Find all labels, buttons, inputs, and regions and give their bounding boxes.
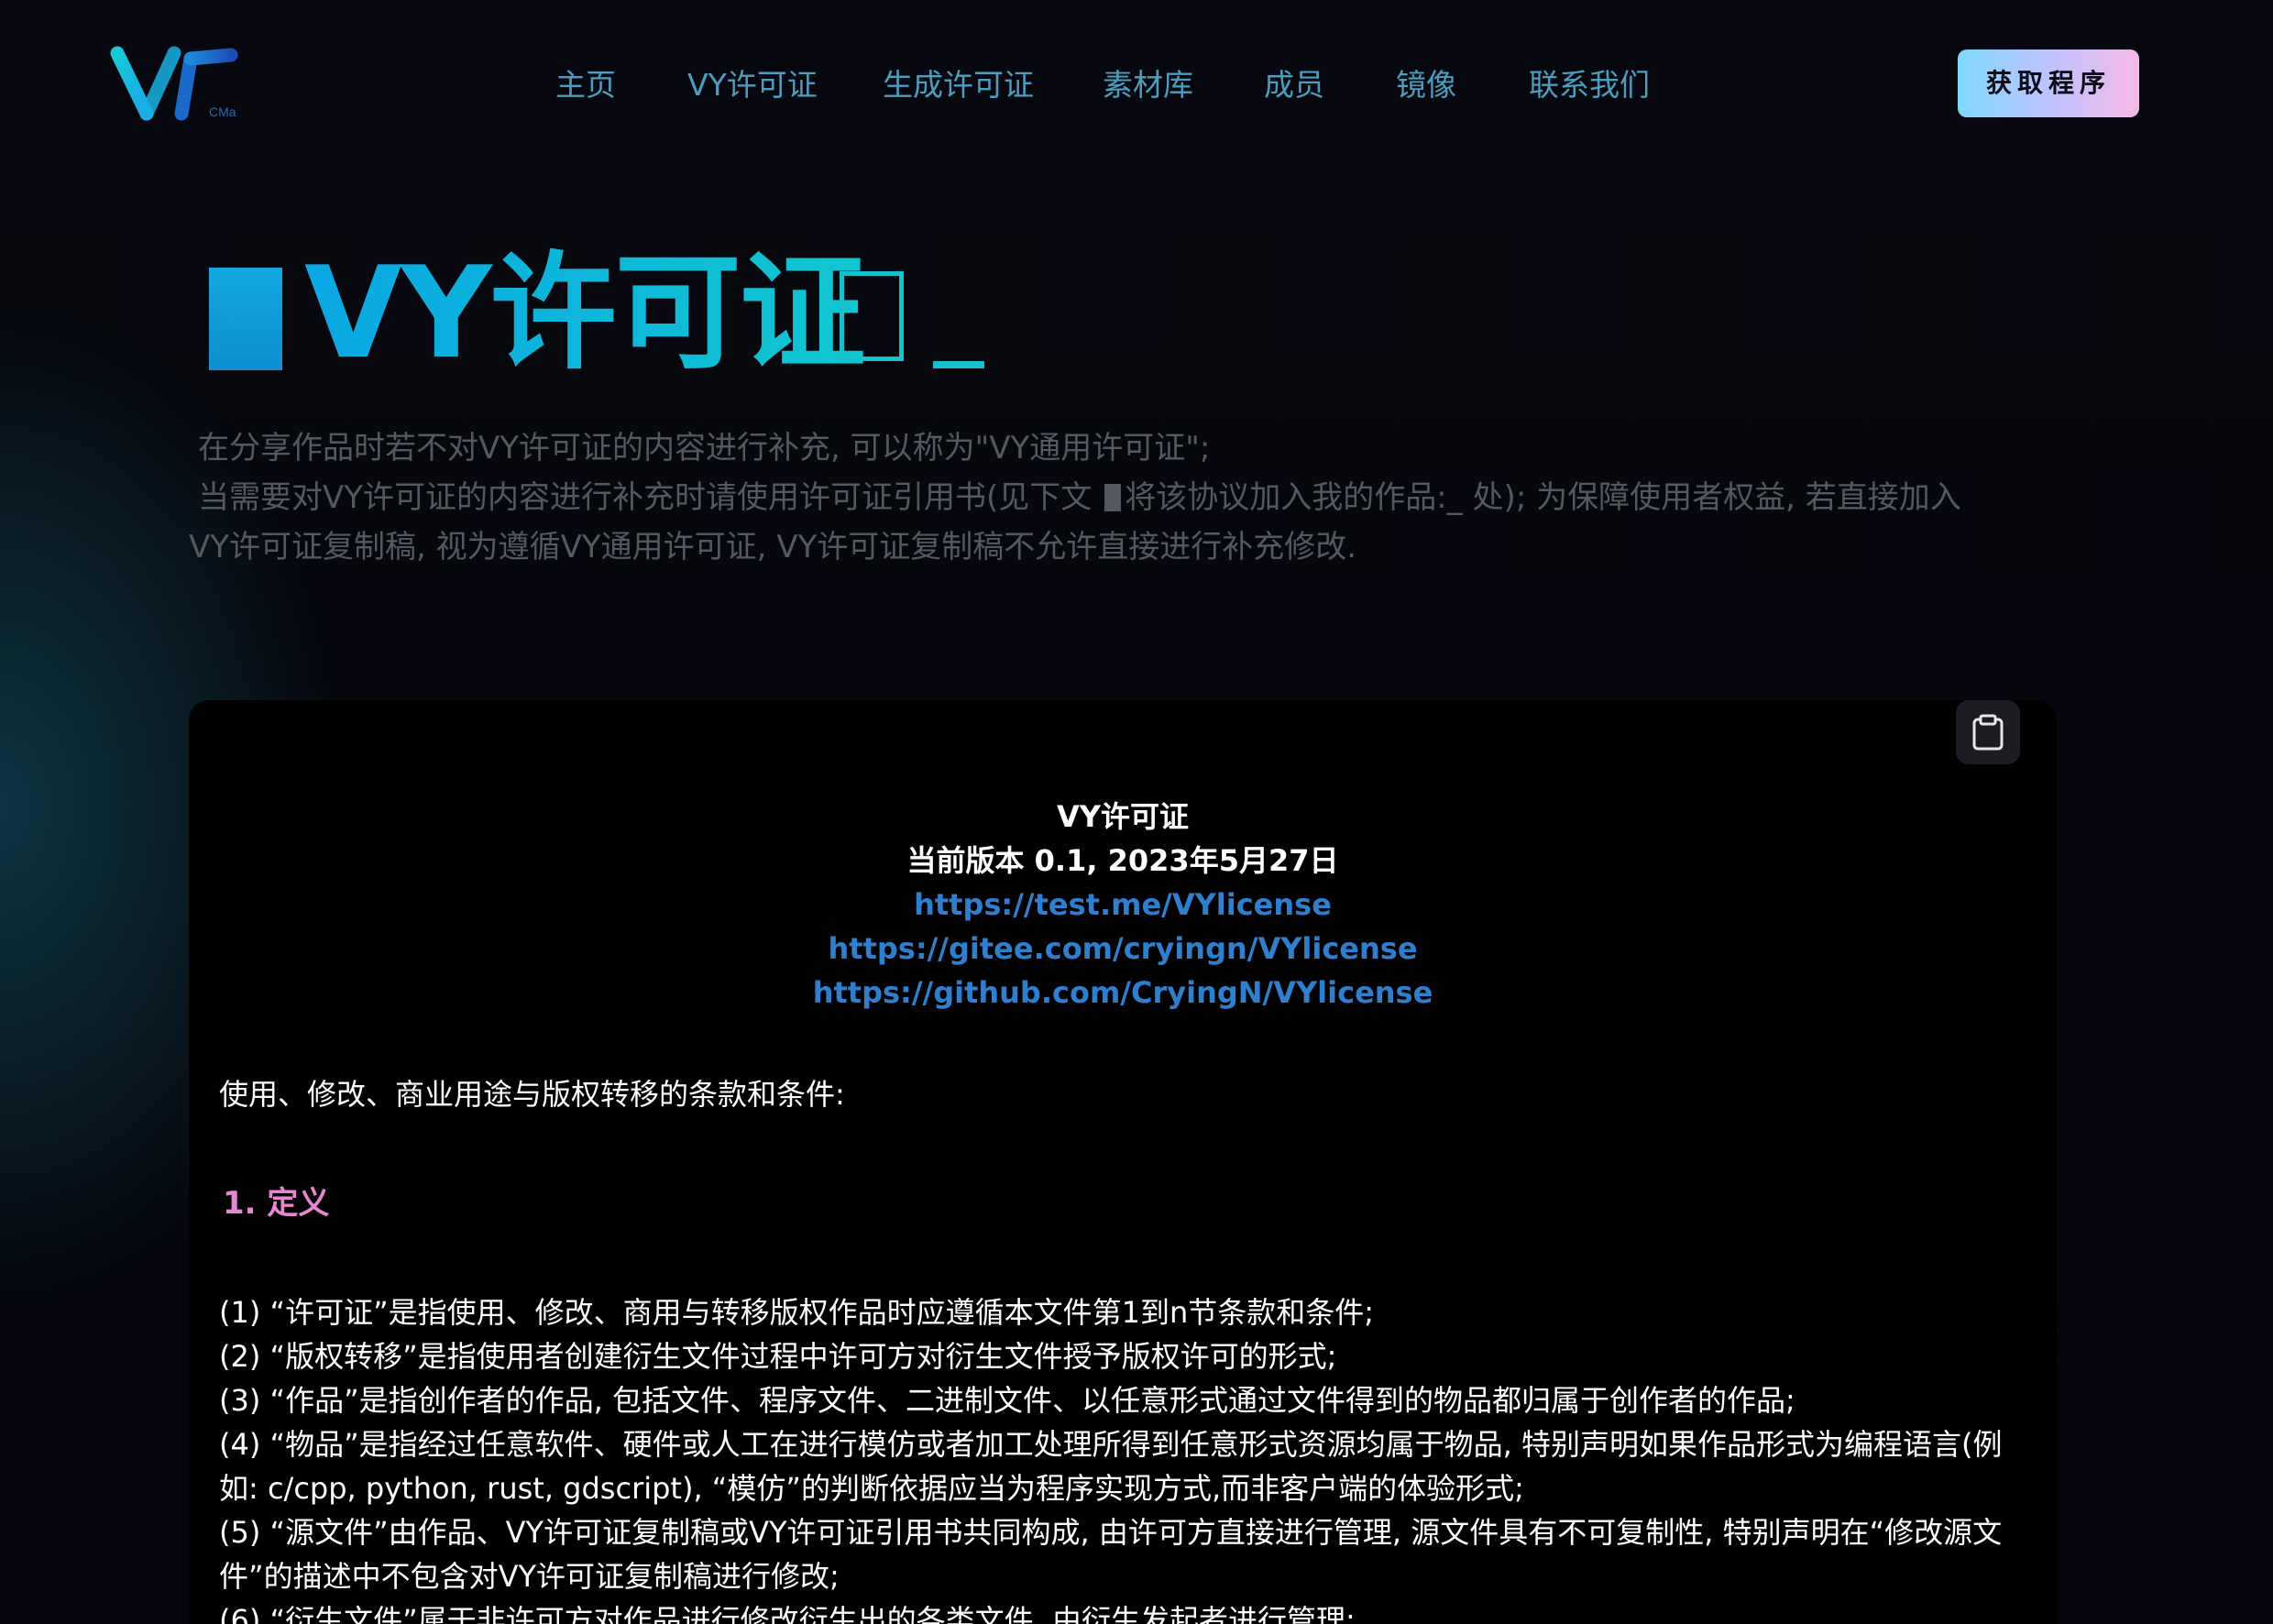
- intro-text: 当需要对VY许可证的内容进行补充时请使用许可证引用书(见下文: [198, 479, 1093, 516]
- page-title-text: VY许可证: [304, 239, 866, 387]
- title-block-icon: [209, 268, 282, 370]
- nav-item-vy-license[interactable]: VY许可证: [687, 62, 818, 108]
- list-item: (5) “源文件”由作品、VY许可证复制稿或VY许可证引用书共同构成, 由许可方…: [219, 1515, 2003, 1594]
- clipboard-icon: [1972, 714, 2004, 751]
- license-title: VY许可证: [1057, 799, 1189, 834]
- definitions-list: (1) “许可证”是指使用、修改、商用与转移版权作品时应遵循本文件第1到n节条款…: [219, 1290, 2034, 1624]
- license-version: 当前版本 0.1, 2023年5月27日: [906, 843, 1339, 878]
- copy-button[interactable]: [1956, 700, 2020, 764]
- section-heading-definitions: 1. 定义: [223, 1185, 330, 1222]
- terms-intro: 使用、修改、商业用途与版权转移的条款和条件:: [219, 1077, 845, 1112]
- intro-line: VY许可证复制稿, 视为遵循VY通用许可证, VY许可证复制稿不允许直接进行补充…: [189, 529, 1357, 565]
- intro-paragraph: 在分享作品时若不对VY许可证的内容进行补充, 可以称为"VY通用许可证"; 当需…: [189, 423, 2059, 572]
- license-link-gitee[interactable]: https://gitee.com/cryingn/VYlicense: [189, 927, 2057, 971]
- inline-block-icon: [1104, 484, 1122, 511]
- nav-item-generate-license[interactable]: 生成许可证: [883, 62, 1034, 108]
- nav-item-assets[interactable]: 素材库: [1103, 62, 1193, 108]
- intro-text: 将该协议加入我的作品:_ 处); 为保障使用者权益, 若直接加入: [1125, 479, 1961, 516]
- get-program-button[interactable]: 获取程序: [1958, 49, 2139, 117]
- list-item: (6) “衍生文件”属于非许可方对作品进行修改衍生出的各类文件, 由衍生发起者进…: [219, 1603, 1356, 1624]
- nav-item-contact[interactable]: 联系我们: [1529, 62, 1650, 108]
- license-link-test[interactable]: https://test.me/VYlicense: [189, 883, 2057, 927]
- nav-item-mirror[interactable]: 镜像: [1396, 62, 1456, 108]
- nav-item-home[interactable]: 主页: [555, 62, 616, 108]
- title-cursor-box-icon: [840, 271, 904, 361]
- list-item: (2) “版权转移”是指使用者创建衍生文件过程中许可方对衍生文件授予版权许可的形…: [219, 1339, 1337, 1374]
- list-item: (1) “许可证”是指使用、修改、商用与转移版权作品时应遵循本文件第1到n节条款…: [219, 1295, 1375, 1330]
- list-item: (3) “作品”是指创作者的作品, 包括文件、程序文件、二进制文件、以任意形式通…: [219, 1383, 1795, 1418]
- intro-line: 在分享作品时若不对VY许可证的内容进行补充, 可以称为"VY通用许可证";: [198, 430, 1211, 466]
- main-nav: 主页 VY许可证 生成许可证 素材库 成员 镜像 联系我们: [0, 62, 2273, 108]
- site-header: CMa 主页 VY许可证 生成许可证 素材库 成员 镜像 联系我们 获取程序: [0, 0, 2273, 170]
- license-header: VY许可证 当前版本 0.1, 2023年5月27日 https://test.…: [189, 795, 2057, 1015]
- title-underscore-icon: [933, 361, 984, 368]
- list-item: (4) “物品”是指经过任意软件、硬件或人工在进行模仿或者加工处理所得到任意形式…: [219, 1427, 2003, 1506]
- intro-line: 当需要对VY许可证的内容进行补充时请使用许可证引用书(见下文 将该协议加入我的作品…: [189, 473, 2059, 522]
- license-link-github[interactable]: https://github.com/CryingN/VYlicense: [189, 971, 2057, 1015]
- license-card: VY许可证 当前版本 0.1, 2023年5月27日 https://test.…: [189, 700, 2057, 1624]
- nav-item-members[interactable]: 成员: [1264, 62, 1324, 108]
